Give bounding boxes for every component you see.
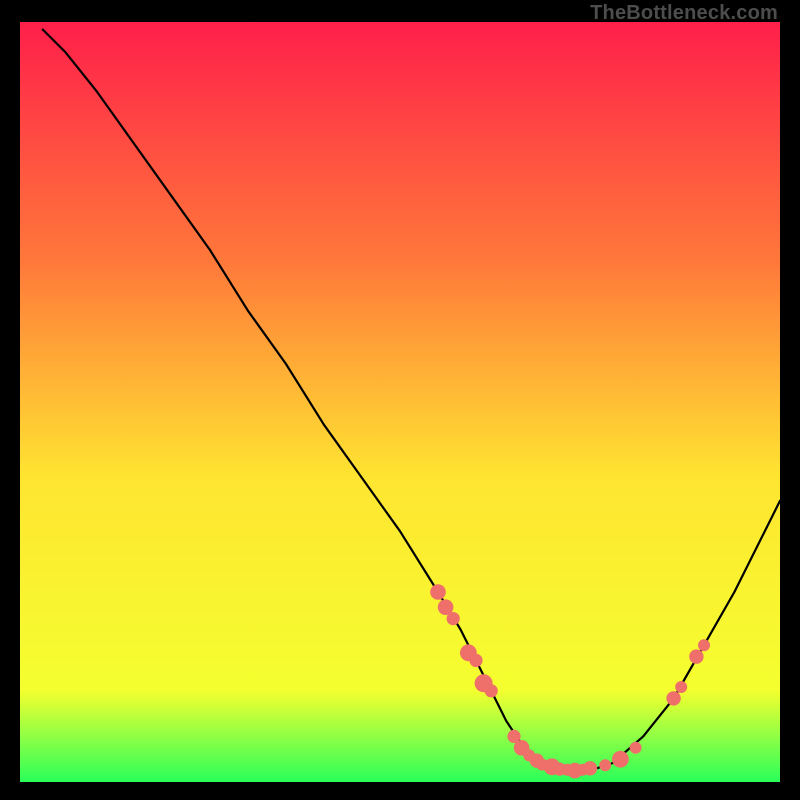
data-marker [469,654,482,667]
data-marker [675,681,687,693]
data-marker [481,681,493,693]
data-marker [612,751,629,768]
bottleneck-chart [20,22,780,782]
data-marker [583,761,597,775]
data-marker [430,584,446,600]
data-marker [698,639,710,651]
data-marker [666,691,680,705]
chart-frame [20,22,780,782]
data-marker [630,742,642,754]
gradient-background [20,22,780,782]
data-marker [689,649,703,663]
data-marker [599,759,611,771]
data-marker [447,612,460,625]
